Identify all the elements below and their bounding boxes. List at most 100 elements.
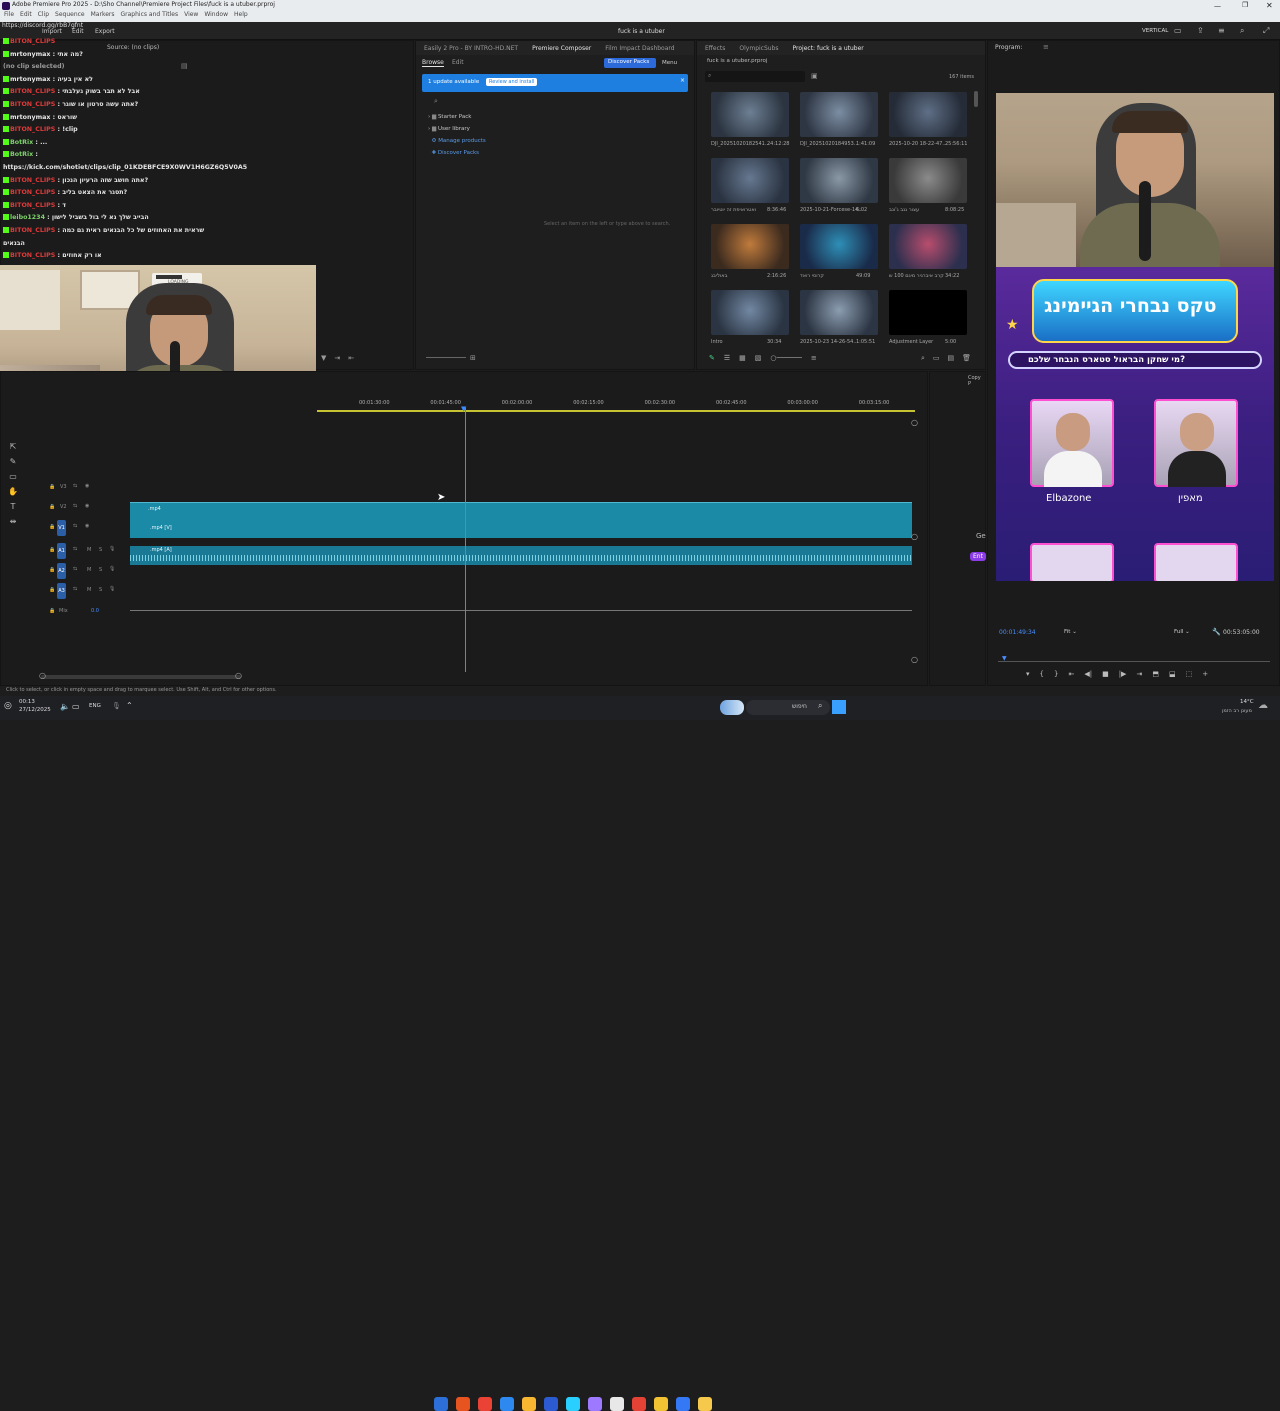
menu-clip[interactable]: Clip [38,11,49,21]
voiceover-mic-icon[interactable]: 🎙 [109,566,115,572]
lock-icon[interactable]: 🔒 [49,567,55,573]
tab-export[interactable]: Export [95,28,115,35]
track-target-toggle[interactable]: A2 [57,563,66,579]
project-item-thumbnail[interactable] [800,92,878,137]
menu-markers[interactable]: Markers [91,11,115,21]
new-bin-icon[interactable]: ▣ [811,72,818,80]
mute-button[interactable]: M [87,587,91,593]
eye-icon[interactable]: ◉ [85,483,89,489]
insert-icon[interactable]: ⇥ [334,354,340,362]
selection-tool-icon[interactable]: ⇱ [10,442,17,451]
taskbar-app-icon[interactable] [676,1397,690,1411]
sort-icon[interactable]: ≡ [811,354,817,362]
scroll-down-handle[interactable]: ○ [911,655,918,664]
mic-icon[interactable]: 🎙 [112,702,121,710]
menu-graphics[interactable]: Graphics and Titles [121,11,179,21]
tab-easily[interactable]: Easily 2 Pro - BY INTRO-HD.NET [424,45,518,52]
solo-button[interactable]: S [99,567,102,573]
hand-tool-icon[interactable]: ✋ [8,487,18,496]
find-icon[interactable]: ⌕ [921,354,925,363]
workspace-label[interactable]: VERTICAL [1142,28,1168,34]
notification-icon[interactable]: ◎ [4,701,12,711]
chat-username[interactable]: BITON_CLIPS [10,252,55,259]
hamburger-icon[interactable]: ≡ [1218,26,1225,35]
extract-icon[interactable]: ⬓ [1169,670,1176,678]
eye-icon[interactable]: ◉ [85,503,89,509]
tab-effects[interactable]: Effects [705,45,725,52]
clock-date[interactable]: 27/12/2025 [19,707,51,713]
project-item-thumbnail[interactable] [889,92,967,137]
program-playhead[interactable]: ▼ [1002,655,1007,662]
volume-icon[interactable]: 🔈 [60,702,70,711]
taskbar-app-icon[interactable] [610,1397,624,1411]
fit-select[interactable]: Fit ⌄ [1064,629,1077,635]
chat-username[interactable]: BITON_CLIPS [10,38,55,45]
chat-username[interactable]: BITON_CLIPS [10,88,55,95]
chat-username[interactable]: leibo1234 [10,214,45,221]
voiceover-mic-icon[interactable]: 🎙 [109,586,115,592]
voiceover-mic-icon[interactable]: 🎙 [109,546,115,552]
taskbar-app-icon[interactable] [588,1397,602,1411]
mute-button[interactable]: M [87,567,91,573]
tab-film-impact[interactable]: Film Impact Dashboard [605,45,674,52]
track-header-v1[interactable]: 🔒 V1 ⇆ ◉ [29,520,129,538]
type-tool-icon[interactable]: T [11,502,16,511]
close-icon[interactable]: ✕ [1266,1,1273,10]
search-highlight-icon[interactable] [720,700,744,715]
chat-username[interactable]: BITON_CLIPS [10,202,55,209]
tab-edit[interactable]: Edit [72,28,84,35]
fullscreen-icon[interactable]: ⤢ [1263,26,1269,36]
freeform-view-icon[interactable]: ▧ [755,354,762,362]
in-point-icon[interactable]: { [1040,670,1044,678]
work-area-bar[interactable] [317,410,915,412]
pencil-icon[interactable]: ✎ [709,354,715,362]
lock-icon[interactable]: 🔒 [49,587,55,593]
chat-username[interactable]: mrtonymax [10,114,50,121]
export-frame-icon[interactable]: ⬚ [1186,670,1193,678]
lock-icon[interactable]: 🔒 [49,504,55,510]
taskbar-search[interactable]: חיפוש ⌕ [746,700,830,715]
project-item-thumbnail[interactable] [800,290,878,335]
stop-icon[interactable]: ■ [1102,670,1109,678]
track-header-v3[interactable]: 🔒 V3 ⇆ ◉ [29,480,129,498]
review-install-button[interactable]: Review and install [486,78,538,86]
project-item-thumbnail[interactable] [889,224,967,269]
project-search-input[interactable]: ⌕ [705,71,805,82]
track-header-a2[interactable]: 🔒 A2 ⇆ M S 🎙 [29,563,129,581]
track-header-a3[interactable]: 🔒 A3 ⇆ M S 🎙 [29,583,129,601]
ripple-tool-icon[interactable]: ⇹ [10,517,17,526]
tree-discover-packs[interactable]: ✚ Discover Packs [428,147,486,159]
taskbar-app-icon[interactable] [654,1397,668,1411]
playhead-line[interactable] [465,408,466,672]
view-toggle-icon[interactable]: ⊞ [470,354,476,362]
menu-button[interactable]: Menu [662,60,677,66]
chat-username[interactable]: BITON_CLIPS [10,189,55,196]
taskbar-app-icon[interactable] [434,1397,448,1411]
menu-edit[interactable]: Edit [20,11,32,21]
sync-lock-icon[interactable]: ⇆ [73,546,77,552]
taskbar-app-icon[interactable] [632,1397,646,1411]
chat-username[interactable]: BotRix [10,151,33,158]
discover-packs-button[interactable]: Discover Packs [604,58,656,68]
close-banner-icon[interactable]: × [680,77,685,84]
program-menu-icon[interactable]: ≡ [1043,43,1049,51]
tree-manage-products[interactable]: ⚙ Manage products [428,135,486,147]
tab-premiere-composer[interactable]: Premiere Composer [532,45,591,52]
marker-icon[interactable]: ▾ [1026,670,1030,678]
taskbar-app-icon[interactable] [544,1397,558,1411]
filter-icon[interactable]: ▼ [321,354,326,362]
track-header-v2[interactable]: 🔒 V2 ⇆ ◉ [29,500,129,518]
track-header-a1[interactable]: 🔒 A1 ⇆ M S 🎙 [29,543,129,561]
project-item-thumbnail[interactable] [711,158,789,203]
go-to-out-icon[interactable]: ⇥ [1136,670,1142,678]
windows-start-icon[interactable] [832,700,846,714]
chat-username[interactable]: BITON_CLIPS [10,177,55,184]
mix-value[interactable]: 0.0 [91,608,99,614]
workspace-menu-icon[interactable]: ▭ [1174,26,1182,35]
scroll-handle-right[interactable]: ○ [235,671,242,680]
list-view-icon[interactable]: ☰ [724,354,730,362]
out-point-icon[interactable]: } [1054,670,1058,678]
chat-username[interactable]: BITON_CLIPS [10,227,55,234]
solo-button[interactable]: S [99,547,102,553]
taskbar-app-icon[interactable] [566,1397,580,1411]
